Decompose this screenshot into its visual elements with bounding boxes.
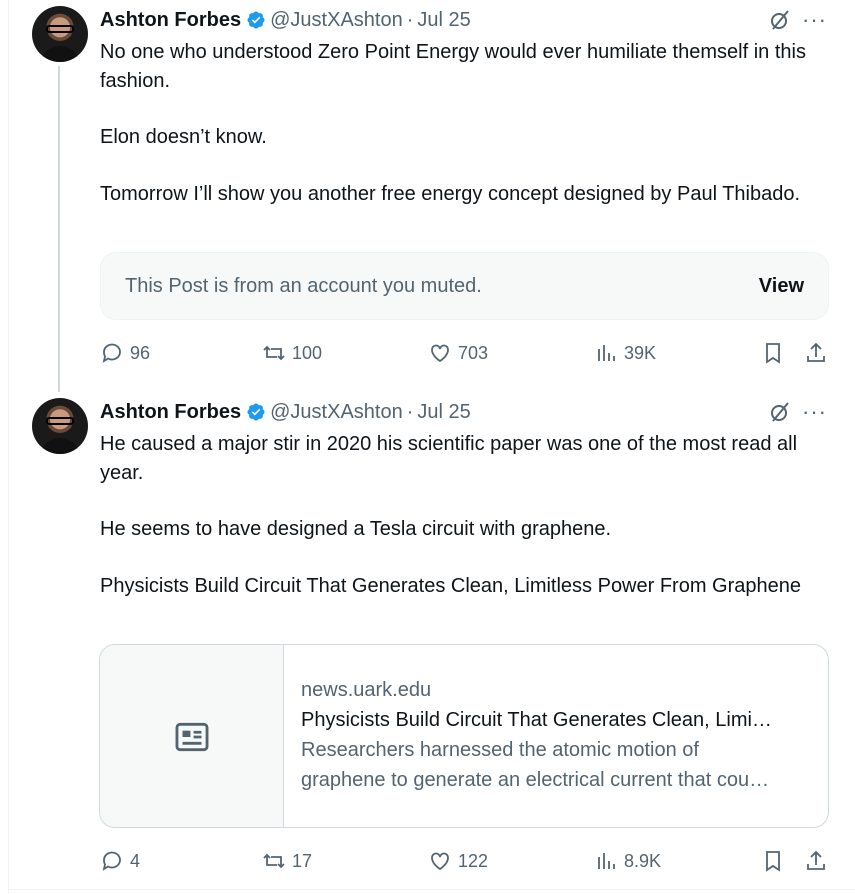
- grok-icon[interactable]: [768, 400, 792, 424]
- like-count: 703: [458, 342, 489, 363]
- link-preview-card[interactable]: news.uark.edu Physicists Build Circuit T…: [99, 644, 829, 828]
- more-icon[interactable]: ···: [802, 9, 827, 31]
- views-button[interactable]: 8.9K: [594, 846, 661, 876]
- reply-button[interactable]: 4: [100, 846, 140, 876]
- post-date[interactable]: Jul 25: [417, 401, 470, 424]
- article-icon: [175, 722, 208, 752]
- views-count: 39K: [624, 342, 657, 363]
- more-icon[interactable]: ···: [802, 401, 827, 423]
- grok-icon[interactable]: [768, 8, 792, 32]
- repost-icon: [263, 345, 285, 361]
- bookmark-button[interactable]: [761, 846, 785, 876]
- muted-quote-card: This Post is from an account you muted. …: [100, 252, 829, 320]
- link-details: news.uark.edu Physicists Build Circuit T…: [301, 675, 811, 795]
- post-paragraph: Physicists Build Circuit That Generates …: [100, 574, 802, 597]
- share-icon: [807, 342, 825, 362]
- repost-button[interactable]: 17: [262, 846, 312, 876]
- author-avatar[interactable]: [32, 6, 88, 62]
- repost-count: 17: [292, 850, 313, 871]
- like-icon: [431, 852, 449, 871]
- post-date[interactable]: Jul 25: [417, 9, 470, 32]
- separator-dot: ·: [406, 400, 414, 423]
- reply-icon: [102, 851, 121, 871]
- post-paragraph: Elon doesn’t know.: [100, 126, 267, 148]
- post-paragraph: No one who understood Zero Point Energy …: [100, 41, 806, 92]
- link-title: Physicists Build Circuit That Generates …: [301, 709, 772, 731]
- post-header-actions: ···: [768, 400, 827, 424]
- author-avatar[interactable]: [32, 398, 88, 454]
- verified-badge-icon: [247, 11, 265, 29]
- post-header: Ashton Forbes @JustXAshton · Jul 25: [100, 400, 471, 424]
- views-icon: [598, 345, 615, 361]
- like-icon: [431, 344, 449, 363]
- reply-button[interactable]: 96: [100, 338, 150, 368]
- like-button[interactable]: 703: [428, 338, 488, 368]
- link-thumbnail: [100, 645, 284, 827]
- muted-notice: This Post is from an account you muted.: [125, 274, 482, 297]
- views-icon: [598, 853, 615, 869]
- post-paragraph: He seems to have designed a Tesla circui…: [100, 518, 612, 540]
- post-paragraph: Tomorrow I’ll show you another free ener…: [100, 182, 801, 205]
- post-action-bar: 4 17 122 8.9K: [100, 846, 835, 876]
- separator-dot: ·: [406, 8, 414, 31]
- reply-count: 4: [130, 850, 141, 871]
- author-handle[interactable]: @JustXAshton: [270, 9, 403, 32]
- bookmark-icon: [766, 851, 780, 872]
- post-action-bar: 96 100 703 39K: [100, 338, 835, 368]
- repost-count: 100: [292, 342, 323, 363]
- share-button[interactable]: [804, 338, 828, 368]
- link-description-line: graphene to generate an electrical curre…: [301, 769, 770, 791]
- link-domain: news.uark.edu: [301, 679, 432, 701]
- like-button[interactable]: 122: [428, 846, 488, 876]
- reply-count: 96: [130, 342, 151, 363]
- like-count: 122: [458, 850, 489, 871]
- share-button[interactable]: [804, 846, 828, 876]
- author-name[interactable]: Ashton Forbes: [100, 9, 241, 32]
- post-1[interactable]: Ashton Forbes @JustXAshton · Jul 25 ··· …: [0, 0, 855, 392]
- share-icon: [807, 850, 825, 870]
- author-handle[interactable]: @JustXAshton: [270, 401, 403, 424]
- views-count: 8.9K: [624, 850, 662, 871]
- divider: [8, 889, 855, 890]
- bookmark-icon: [766, 343, 780, 364]
- post-header: Ashton Forbes @JustXAshton · Jul 25: [100, 8, 471, 32]
- post-text: He caused a major stir in 2020 his scien…: [100, 430, 835, 600]
- reply-icon: [102, 343, 121, 363]
- link-description-line: Researchers harnessed the atomic motion …: [301, 739, 699, 761]
- repost-button[interactable]: 100: [262, 338, 322, 368]
- bookmark-button[interactable]: [761, 338, 785, 368]
- repost-icon: [263, 853, 285, 869]
- author-name[interactable]: Ashton Forbes: [100, 401, 241, 424]
- verified-badge-icon: [247, 403, 265, 421]
- post-text: No one who understood Zero Point Energy …: [100, 38, 835, 208]
- view-muted-button[interactable]: View: [759, 275, 804, 298]
- link-description: Researchers harnessed the atomic motion …: [301, 735, 811, 795]
- views-button[interactable]: 39K: [594, 338, 656, 368]
- post-paragraph: He caused a major stir in 2020 his scien…: [100, 433, 798, 484]
- post-header-actions: ···: [768, 8, 827, 32]
